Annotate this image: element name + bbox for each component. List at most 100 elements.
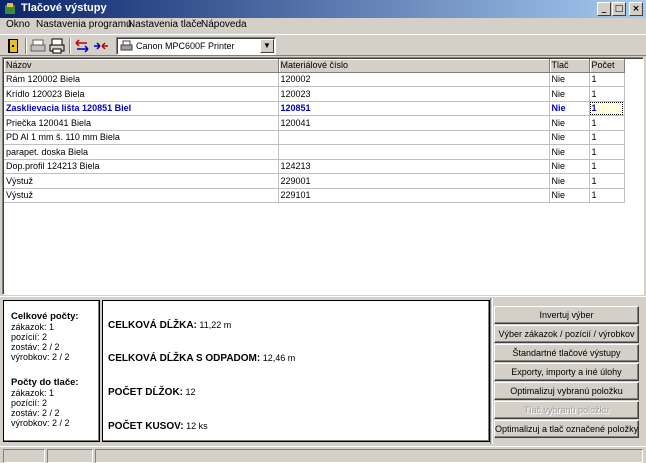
cell-count[interactable]: 1 (589, 115, 625, 131)
cell-count-focused[interactable]: 1 (589, 101, 625, 116)
toolbar: Canon MPC600F Printer ▼ (0, 34, 646, 56)
menu-napoveda[interactable]: Nápoveda (201, 19, 247, 30)
cell-count[interactable]: 1 (589, 72, 625, 87)
details-panel: CELKOVÁ DĹŽKA: 11,22 m CELKOVÁ DĹŽKA S O… (102, 300, 490, 442)
total-count-line: zákazok: 1 (11, 322, 55, 332)
cell-print[interactable]: Nie (549, 101, 590, 116)
menu-nastavenia-tlace[interactable]: Nastavenia tlače (128, 19, 202, 30)
table-row[interactable]: PD Al 1 mm š. 110 mm Biela Nie 1 (4, 130, 625, 145)
printer-icon[interactable] (48, 37, 66, 55)
table-row[interactable]: Priečka 120041 Biela 120041 Nie 1 (4, 115, 625, 131)
exports-imports-button[interactable]: Exporty, importy a iné úlohy (494, 363, 639, 381)
total-count-line: výrobkov: 2 / 2 (11, 352, 70, 362)
cell-print[interactable]: Nie (549, 173, 590, 189)
cell-name[interactable]: Priečka 120041 Biela (4, 115, 279, 131)
printer-name: Canon MPC600F Printer (136, 41, 235, 51)
detail-piece-count: POČET KUSOV: 12 ks (108, 421, 208, 432)
cell-count[interactable]: 1 (589, 130, 625, 145)
cell-count[interactable]: 1 (589, 188, 625, 203)
cell-name[interactable]: PD Al 1 mm š. 110 mm Biela (4, 130, 279, 145)
printer-icon (120, 40, 133, 51)
close-button[interactable]: × (629, 2, 643, 16)
optimize-selected-button[interactable]: Optimalizuj vybranú položku (494, 382, 639, 400)
cell-material[interactable]: 229101 (278, 188, 550, 203)
table-row[interactable]: Výstuž 229001 Nie 1 (4, 173, 625, 189)
cell-count[interactable]: 1 (589, 159, 625, 174)
cell-material[interactable]: 120023 (278, 86, 550, 102)
cell-name[interactable]: Rám 120002 Biela (4, 72, 279, 87)
panel-splitter[interactable] (490, 298, 493, 444)
select-orders-button[interactable]: Výber zákazok / pozícií / výrobkov (494, 325, 639, 343)
cell-print[interactable]: Nie (549, 144, 590, 160)
cell-name[interactable]: Zasklievacia lišta 120851 Biel (4, 101, 279, 116)
print-count-line: pozícií: 2 (11, 398, 48, 408)
cell-count[interactable]: 1 (589, 86, 625, 102)
print-count-line: zostáv: 2 / 2 (11, 408, 60, 418)
detail-value: 11,22 m (199, 320, 232, 330)
column-header-nazov[interactable]: Názov (4, 59, 279, 73)
detail-key: POČET KUSOV: (108, 421, 184, 432)
detail-key: POČET DĹŽOK: (108, 387, 183, 398)
cell-material[interactable]: 229001 (278, 173, 550, 189)
standard-print-outputs-button[interactable]: Štandartné tlačové výstupy (494, 344, 639, 362)
detail-length-count: POČET DĹŽOK: 12 (108, 387, 196, 398)
cell-name[interactable]: Výstuž (4, 188, 279, 203)
table-row[interactable]: Rám 120002 Biela 120002 Nie 1 (4, 72, 625, 87)
table-row[interactable]: Krídlo 120023 Biela 120023 Nie 1 (4, 86, 625, 102)
cell-name[interactable]: parapet. doska Biela (4, 144, 279, 160)
cell-material[interactable] (278, 130, 550, 145)
cell-print[interactable]: Nie (549, 72, 590, 87)
cell-material[interactable]: 120851 (278, 101, 550, 116)
cell-name[interactable]: Dop.profil 124213 Biela (4, 159, 279, 174)
print-selected-button[interactable]: Tlač vybranú položku (494, 401, 639, 419)
title-bar: Tlačové výstupy _ □ × (0, 0, 646, 18)
app-icon (5, 3, 15, 14)
table-row[interactable]: Výstuž 229101 Nie 1 (4, 188, 625, 203)
cell-material[interactable]: 120002 (278, 72, 550, 87)
column-header-materialove-cislo[interactable]: Materiálové číslo (278, 59, 550, 73)
print-count-line: výrobkov: 2 / 2 (11, 418, 70, 428)
cell-print[interactable]: Nie (549, 130, 590, 145)
items-grid[interactable]: Názov Materiálové číslo Tlač Počet Rám 1… (2, 57, 644, 295)
total-count-line: zostáv: 2 / 2 (11, 342, 60, 352)
column-header-tlac[interactable]: Tlač (549, 59, 590, 73)
print-preview-icon[interactable] (29, 37, 47, 55)
cell-print[interactable]: Nie (549, 188, 590, 203)
summary-panel: Celkové počty: zákazok: 1 pozícií: 2 zos… (3, 300, 100, 442)
table-row[interactable]: parapet. doska Biela Nie 1 (4, 144, 625, 160)
printer-select[interactable]: Canon MPC600F Printer ▼ (116, 37, 276, 55)
move-arrows-icon[interactable] (92, 37, 110, 55)
cell-material[interactable] (278, 144, 550, 160)
exit-door-icon[interactable] (4, 37, 22, 55)
maximize-button[interactable]: □ (612, 2, 626, 16)
optimize-and-print-marked-button[interactable]: Optimalizuj a tlač označené položky (494, 420, 639, 438)
detail-value: 12,46 m (262, 353, 296, 363)
print-count-line: zákazok: 1 (11, 388, 55, 398)
swap-arrows-icon[interactable] (73, 37, 91, 55)
cell-name[interactable]: Krídlo 120023 Biela (4, 86, 279, 102)
detail-key: CELKOVÁ DĹŽKA: (108, 320, 197, 331)
cell-count[interactable]: 1 (589, 144, 625, 160)
cell-count[interactable]: 1 (589, 173, 625, 189)
invert-selection-button[interactable]: Invertuj výber (494, 306, 639, 324)
menu-nastavenia-programu[interactable]: Nastavenia programu (36, 19, 132, 30)
status-pane (95, 449, 643, 463)
chevron-down-icon[interactable]: ▼ (260, 39, 274, 53)
cell-material[interactable]: 124213 (278, 159, 550, 174)
cell-material[interactable]: 120041 (278, 115, 550, 131)
status-pane (3, 449, 45, 463)
cell-print[interactable]: Nie (549, 159, 590, 174)
total-counts-heading: Celkové počty: (11, 311, 79, 322)
table-row-selected[interactable]: Zasklievacia lišta 120851 Biel 120851 Ni… (4, 101, 625, 116)
cell-print[interactable]: Nie (549, 115, 590, 131)
toolbar-separator (25, 38, 27, 54)
cell-name[interactable]: Výstuž (4, 173, 279, 189)
cell-print[interactable]: Nie (549, 86, 590, 102)
menu-okno[interactable]: Okno (6, 19, 30, 30)
grid-header-row: Názov Materiálové číslo Tlač Počet (4, 59, 625, 73)
minimize-button[interactable]: _ (597, 2, 611, 16)
column-header-pocet[interactable]: Počet (589, 59, 625, 73)
total-count-line: pozícií: 2 (11, 332, 48, 342)
bottom-panel: Celkové počty: zákazok: 1 pozícií: 2 zos… (0, 296, 646, 446)
table-row[interactable]: Dop.profil 124213 Biela 124213 Nie 1 (4, 159, 625, 174)
